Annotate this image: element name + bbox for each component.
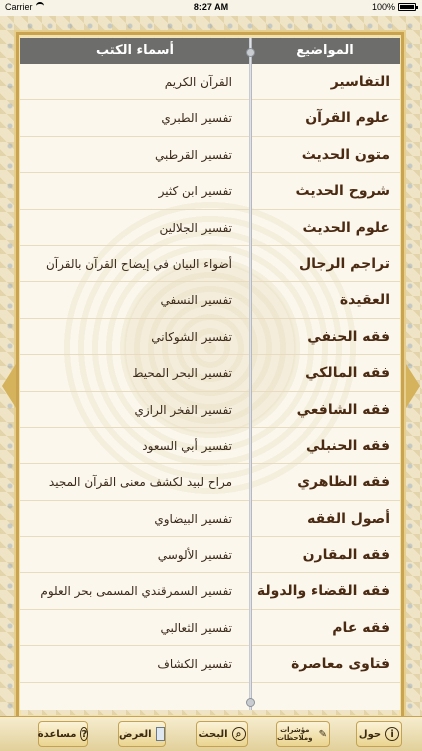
table-rows: التفاسير القرآن الكريم علوم القرآن تفسير ال… xyxy=(20,64,400,683)
topic-item[interactable]: فقه الحنبلي xyxy=(250,428,400,463)
notes-labels: مؤشرات وملاحظات xyxy=(277,726,313,742)
about-label: حول xyxy=(358,728,382,740)
book-item[interactable]: تفسير الألوسي xyxy=(20,537,250,572)
help-button[interactable]: ? مساعدة xyxy=(37,721,89,747)
status-bar: Carrier 8:27 AM 100% xyxy=(0,0,422,16)
table-row: فقه الحنبلي تفسير أبي السعود xyxy=(20,428,400,465)
bookmarks-notes-button[interactable]: ✎ مؤشرات وملاحظات xyxy=(276,721,330,747)
topic-item[interactable]: فقه القضاء والدولة xyxy=(250,573,400,608)
book-item[interactable]: القرآن الكريم xyxy=(20,64,250,99)
topic-item[interactable]: التفاسير xyxy=(250,64,400,99)
info-icon: i xyxy=(385,727,400,741)
notes-label-2: وملاحظات xyxy=(277,734,313,742)
help-icon: ? xyxy=(80,727,89,741)
next-page-arrow-icon[interactable] xyxy=(406,364,420,408)
notes-label-1: مؤشرات xyxy=(280,726,310,734)
book-item[interactable]: أضواء البيان في إيضاح القرآن بالقرآن xyxy=(20,246,250,281)
books-column-header: أسماء الكتب xyxy=(96,43,174,58)
topic-item[interactable]: فتاوى معاصرة xyxy=(250,646,400,681)
library-panel: أسماء الكتب المواضيع التفاسير القرآن الكر… xyxy=(20,38,400,710)
topic-item[interactable]: فقه الحنفي xyxy=(250,319,400,354)
battery-indicator: 100% xyxy=(371,2,418,12)
book-item[interactable]: تفسير النسفي xyxy=(20,282,250,317)
book-item[interactable]: تفسير ابن كثير xyxy=(20,173,250,208)
table-row: فتاوى معاصرة تفسير الكشاف xyxy=(20,646,400,683)
table-row: شروح الحديث تفسير ابن كثير xyxy=(20,173,400,210)
table-row: متون الحديث تفسير القرطبي xyxy=(20,137,400,174)
book-item[interactable]: تفسير الكشاف xyxy=(20,646,250,681)
battery-icon xyxy=(398,3,418,11)
topic-item[interactable]: فقه المقارن xyxy=(250,537,400,572)
battery-percent: 100% xyxy=(371,2,395,12)
search-button[interactable]: ⌕ البحث xyxy=(196,721,248,747)
topic-item[interactable]: أصول الفقه xyxy=(250,501,400,536)
book-item[interactable]: مراح لبيد لكشف معنى القرآن المجيد xyxy=(20,464,250,499)
about-button[interactable]: i حول xyxy=(356,721,402,747)
topics-column-header: المواضيع xyxy=(296,43,354,58)
search-icon: ⌕ xyxy=(231,727,246,741)
book-item[interactable]: تفسير الفخر الرازي xyxy=(20,392,250,427)
table-row: أصول الفقه تفسير البيضاوي xyxy=(20,501,400,538)
book-item[interactable]: تفسير الطبري xyxy=(20,100,250,135)
book-item[interactable]: تفسير القرطبي xyxy=(20,137,250,172)
topic-item[interactable]: فقه الظاهري xyxy=(250,464,400,499)
table-row: فقه الشافعي تفسير الفخر الرازي xyxy=(20,392,400,428)
topic-item[interactable]: العقيدة xyxy=(250,282,400,317)
table-row: فقه الظاهري مراح لبيد لكشف معنى القرآن ال… xyxy=(20,464,400,501)
help-label: مساعدة xyxy=(37,728,77,740)
topic-item[interactable]: علوم الحديث xyxy=(250,210,400,245)
table-row: علوم القرآن تفسير الطبري xyxy=(20,100,400,137)
table-row: فقه القضاء والدولة تفسير السمرقندي المسمى… xyxy=(20,573,400,610)
book-item[interactable]: تفسير الشوكاني xyxy=(20,319,250,354)
topic-item[interactable]: تراجم الرجال xyxy=(250,246,400,281)
topic-item[interactable]: فقه المالكي xyxy=(250,355,400,390)
table-row: فقه المالكي تفسير البحر المحيط xyxy=(20,355,400,392)
book-item[interactable]: تفسير السمرقندي المسمى بحر العلوم xyxy=(20,573,250,608)
column-divider xyxy=(246,38,255,710)
bottom-toolbar: ? مساعدة العرض ⌕ البحث ✎ مؤشرات وملاحظات… xyxy=(0,716,422,751)
book-item[interactable]: تفسير أبي السعود xyxy=(20,428,250,463)
table-row: علوم الحديث تفسير الجلالين xyxy=(20,210,400,246)
topic-item[interactable]: علوم القرآن xyxy=(250,100,400,135)
table-row: التفاسير القرآن الكريم xyxy=(20,64,400,101)
topic-item[interactable]: شروح الحديث xyxy=(250,173,400,208)
table-row: فقه عام تفسير الثعالبي xyxy=(20,610,400,647)
clock: 8:27 AM xyxy=(193,2,229,12)
table-row: العقيدة تفسير النسفي xyxy=(20,282,400,319)
prev-page-arrow-icon[interactable] xyxy=(2,364,16,408)
topic-item[interactable]: متون الحديث xyxy=(250,137,400,172)
pages-icon xyxy=(155,727,165,741)
search-label: البحث xyxy=(198,728,228,740)
book-item[interactable]: تفسير الثعالبي xyxy=(20,610,250,645)
book-item[interactable]: تفسير الجلالين xyxy=(20,210,250,245)
table-header: أسماء الكتب المواضيع xyxy=(20,38,400,64)
topic-item[interactable]: فقه الشافعي xyxy=(250,392,400,427)
pen-icon: ✎ xyxy=(318,728,327,740)
table-row: فقه الحنفي تفسير الشوكاني xyxy=(20,319,400,356)
view-button[interactable]: العرض xyxy=(118,721,166,747)
view-label: العرض xyxy=(119,728,152,740)
table-row: فقه المقارن تفسير الألوسي xyxy=(20,537,400,574)
book-item[interactable]: تفسير البحر المحيط xyxy=(20,355,250,390)
book-item[interactable]: تفسير البيضاوي xyxy=(20,501,250,536)
table-row: تراجم الرجال أضواء البيان في إيضاح القرآن… xyxy=(20,246,400,283)
topic-item[interactable]: فقه عام xyxy=(250,610,400,645)
